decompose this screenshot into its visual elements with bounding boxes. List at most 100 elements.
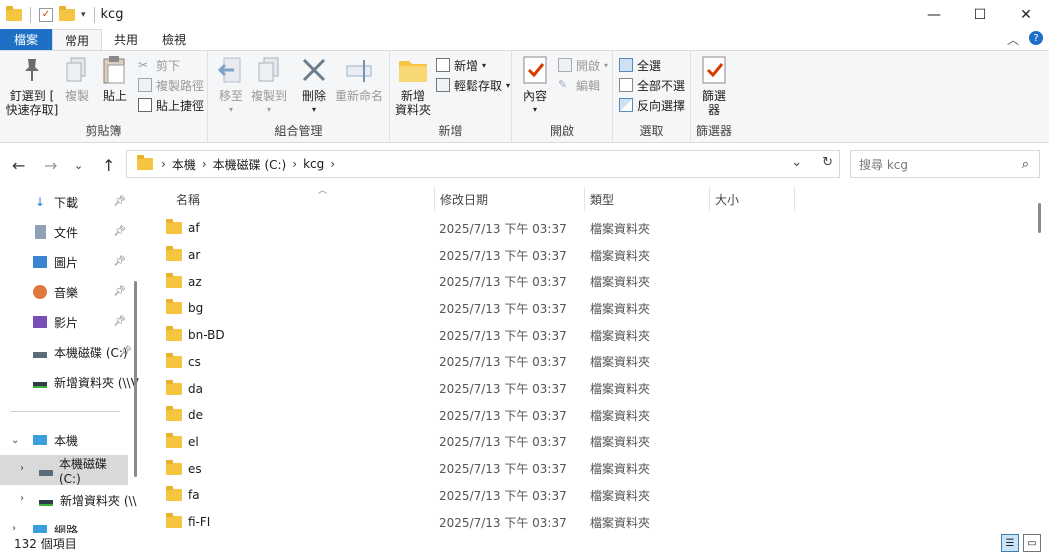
large-icons-view-icon[interactable]: ▭ bbox=[1023, 534, 1041, 552]
sidebar-scrollbar[interactable] bbox=[134, 281, 137, 477]
sidebar-item-music[interactable]: 音樂 📌︎ bbox=[0, 277, 134, 307]
open-group-label: 開啟 bbox=[549, 124, 574, 138]
properties-label: 內容 bbox=[522, 89, 547, 103]
pin-icon: 📌︎ bbox=[113, 226, 126, 237]
recent-chevron-down-icon[interactable]: ⌄ bbox=[74, 159, 83, 172]
tab-view[interactable]: 檢視 bbox=[150, 29, 198, 50]
file-list-scrollbar[interactable] bbox=[1037, 195, 1042, 533]
scrollbar-thumb[interactable] bbox=[1038, 203, 1041, 233]
filter-button[interactable]: 篩選 器 bbox=[697, 55, 731, 117]
properties-check-icon[interactable]: ✓ bbox=[39, 7, 53, 22]
help-icon[interactable]: ? bbox=[1029, 31, 1043, 45]
sidebar-item-local-disk-quick[interactable]: 本機磁碟 (C:) 📌︎ bbox=[0, 337, 134, 367]
sidebar-item-label: 圖片 bbox=[54, 255, 79, 270]
sidebar-item-label: 本機 bbox=[54, 433, 79, 448]
move-to-button[interactable]: 移至 ▾ bbox=[216, 55, 246, 117]
file-row[interactable]: af 2025/7/13 下午 03:37 檔案資料夾 bbox=[156, 215, 1026, 242]
breadcrumb-separator: › bbox=[292, 157, 298, 171]
properties-button[interactable]: 內容 ▾ bbox=[520, 55, 550, 117]
breadcrumb-this-pc[interactable]: 本機 bbox=[172, 156, 196, 173]
copy-to-button[interactable]: 複製到 ▾ bbox=[250, 55, 288, 117]
file-row[interactable]: da 2025/7/13 下午 03:37 檔案資料夾 bbox=[156, 375, 1026, 402]
new-item-button[interactable]: 新增 ▾ bbox=[436, 56, 486, 74]
select-all-button[interactable]: 全選 bbox=[619, 56, 661, 74]
folder-icon[interactable] bbox=[6, 5, 22, 21]
paste-shortcut-button[interactable]: 貼上捷徑 bbox=[138, 96, 204, 114]
column-header-date[interactable]: 修改日期 bbox=[434, 185, 584, 213]
file-row[interactable]: de 2025/7/13 下午 03:37 檔案資料夾 bbox=[156, 402, 1026, 429]
delete-label: 刪除 bbox=[301, 89, 326, 103]
expand-chevron-right-icon[interactable]: › bbox=[12, 523, 16, 533]
expand-chevron-right-icon[interactable]: › bbox=[20, 463, 24, 474]
file-row[interactable]: cs 2025/7/13 下午 03:37 檔案資料夾 bbox=[156, 349, 1026, 376]
copy-path-button[interactable]: 複製路徑 bbox=[138, 76, 204, 94]
pin-icon: 📌︎ bbox=[119, 346, 132, 357]
new-group-label: 新增 bbox=[438, 124, 463, 138]
delete-button[interactable]: 刪除 ▾ bbox=[300, 55, 328, 117]
title-bar: ✓ ▾ kcg — ☐ ✕ bbox=[0, 0, 1049, 29]
expand-chevron-right-icon[interactable]: › bbox=[20, 493, 24, 504]
copy-button[interactable]: 複製 bbox=[60, 55, 94, 103]
cut-button[interactable]: ✂ 剪下 bbox=[138, 56, 180, 74]
tab-share[interactable]: 共用 bbox=[102, 29, 150, 50]
file-row[interactable]: fa 2025/7/13 下午 03:37 檔案資料夾 bbox=[156, 482, 1026, 509]
search-input[interactable]: 搜尋 kcg ⌕ bbox=[850, 150, 1040, 178]
minimize-button[interactable]: — bbox=[911, 0, 957, 29]
collapse-ribbon-chevron-icon[interactable]: ︿ bbox=[1007, 31, 1019, 48]
file-row[interactable]: el 2025/7/13 下午 03:37 檔案資料夾 bbox=[156, 429, 1026, 456]
address-bar[interactable]: › 本機 › 本機磁碟 (C:) › kcg › ⌄ ↻ bbox=[126, 150, 840, 178]
file-name: cs bbox=[188, 354, 201, 369]
file-name-cell: de bbox=[166, 406, 203, 422]
file-row[interactable]: bg 2025/7/13 下午 03:37 檔案資料夾 bbox=[156, 295, 1026, 322]
sidebar-item-pictures[interactable]: 圖片 📌︎ bbox=[0, 247, 134, 277]
new-folder-button[interactable]: 新增 資料夾 bbox=[395, 55, 431, 117]
sidebar-item-this-pc[interactable]: 本機 bbox=[0, 425, 134, 455]
breadcrumb-local-disk[interactable]: 本機磁碟 (C:) bbox=[213, 156, 287, 173]
maximize-button[interactable]: ☐ bbox=[957, 0, 1003, 29]
sidebar-item-network-folder-quick[interactable]: 新增資料夾 (\\V bbox=[0, 367, 140, 397]
edit-button[interactable]: ✎ 編輯 bbox=[558, 76, 600, 94]
refresh-icon[interactable]: ↻ bbox=[822, 155, 833, 170]
address-history-chevron-down-icon[interactable]: ⌄ bbox=[791, 155, 802, 170]
forward-arrow-icon[interactable]: → bbox=[44, 156, 57, 175]
column-header-size[interactable]: 大小 bbox=[709, 185, 794, 213]
sidebar-item-local-disk[interactable]: › 本機磁碟 (C:) bbox=[0, 455, 128, 486]
file-row[interactable]: es 2025/7/13 下午 03:37 檔案資料夾 bbox=[156, 455, 1026, 482]
details-view-icon[interactable]: ☰ bbox=[1001, 534, 1019, 552]
pin-quick-access-button[interactable]: 釘選到 [ 快速存取] bbox=[6, 55, 58, 117]
sidebar-item-label: 網路 bbox=[54, 523, 79, 534]
column-header-type[interactable]: 類型 bbox=[584, 185, 709, 213]
sidebar-item-documents[interactable]: 文件 📌︎ bbox=[0, 217, 134, 247]
tab-home[interactable]: 常用 bbox=[52, 29, 103, 50]
new-folder-icon[interactable] bbox=[59, 5, 75, 21]
easy-access-button[interactable]: 輕鬆存取 ▾ bbox=[436, 76, 510, 94]
sidebar-item-videos[interactable]: 影片 📌︎ bbox=[0, 307, 134, 337]
pictures-icon bbox=[32, 254, 48, 270]
sidebar-item-network[interactable]: › 網路 bbox=[0, 515, 134, 533]
sidebar-item-downloads[interactable]: ↓ 下載 📌︎ bbox=[0, 187, 134, 217]
file-row[interactable]: az 2025/7/13 下午 03:37 檔案資料夾 bbox=[156, 268, 1026, 295]
ribbon-tabs-right: ︿ ? bbox=[1007, 31, 1043, 48]
column-divider[interactable] bbox=[794, 187, 795, 211]
file-row[interactable]: fi-FI 2025/7/13 下午 03:37 檔案資料夾 bbox=[156, 509, 1026, 533]
up-arrow-icon[interactable]: ↑ bbox=[102, 156, 115, 175]
file-row[interactable]: bn-BD 2025/7/13 下午 03:37 檔案資料夾 bbox=[156, 322, 1026, 349]
close-button[interactable]: ✕ bbox=[1003, 0, 1049, 29]
rename-button[interactable]: 重新命名 bbox=[334, 55, 384, 103]
breadcrumb-kcg[interactable]: kcg bbox=[303, 157, 324, 171]
status-bar: 132 個項目 ☰ ▭ bbox=[0, 533, 1049, 553]
column-header-name[interactable]: 名稱 ︿ bbox=[170, 185, 434, 213]
sidebar-item-network-folder[interactable]: › 新增資料夾 (\\ bbox=[0, 485, 140, 515]
search-icon[interactable]: ⌕ bbox=[1022, 157, 1029, 172]
select-none-button[interactable]: 全部不選 bbox=[619, 76, 685, 94]
open-button[interactable]: 開啟 ▾ bbox=[558, 56, 608, 74]
divider bbox=[10, 411, 120, 412]
file-row[interactable]: ar 2025/7/13 下午 03:37 檔案資料夾 bbox=[156, 242, 1026, 269]
paste-button[interactable]: 貼上 bbox=[98, 55, 132, 103]
select-all-icon bbox=[619, 58, 633, 72]
invert-selection-button[interactable]: 反向選擇 bbox=[619, 96, 685, 114]
customize-toolbar-chevron-icon[interactable]: ▾ bbox=[81, 10, 86, 20]
back-arrow-icon[interactable]: ← bbox=[12, 156, 25, 175]
tab-file[interactable]: 檔案 bbox=[0, 29, 52, 50]
item-count: 132 個項目 bbox=[14, 536, 77, 551]
